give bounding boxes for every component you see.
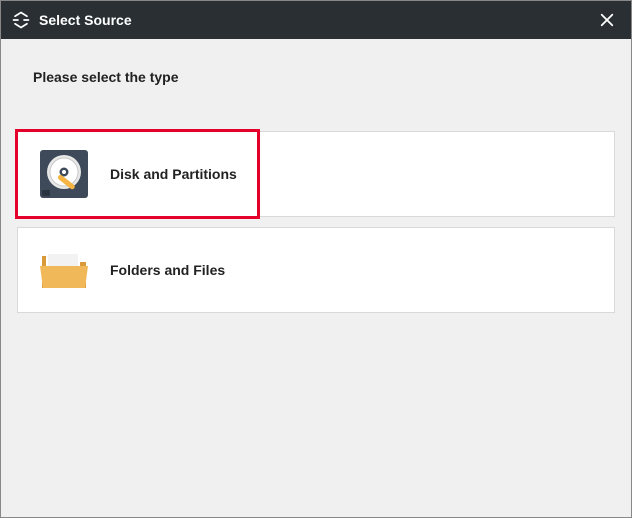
- prompt-text: Please select the type: [1, 39, 631, 131]
- dialog-window: Select Source Please select the type: [0, 0, 632, 518]
- options-list: Disk and Partitions Folders and Files: [1, 131, 631, 313]
- app-icon: [11, 10, 31, 30]
- option-label: Folders and Files: [110, 262, 225, 278]
- disk-icon: [36, 146, 92, 202]
- option-disk-and-partitions[interactable]: Disk and Partitions: [17, 131, 615, 217]
- option-label: Disk and Partitions: [110, 166, 237, 182]
- folder-icon: [36, 242, 92, 298]
- titlebar-title: Select Source: [39, 12, 593, 28]
- option-folders-and-files[interactable]: Folders and Files: [17, 227, 615, 313]
- dialog-content: Please select the type Disk and Partit: [1, 39, 631, 517]
- close-button[interactable]: [593, 6, 621, 34]
- titlebar: Select Source: [1, 1, 631, 39]
